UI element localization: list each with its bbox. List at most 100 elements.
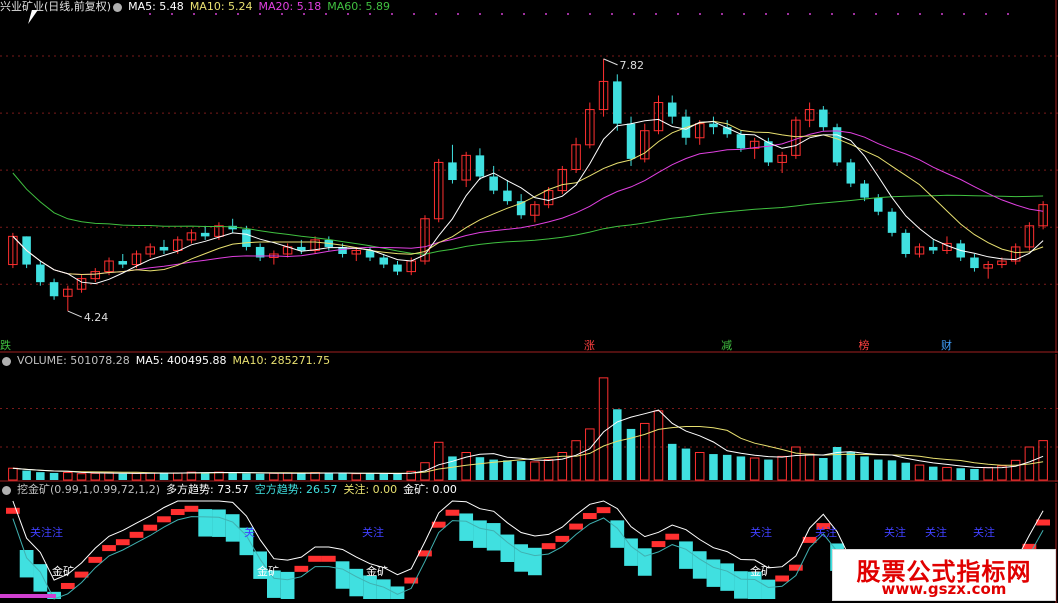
settings-dot-icon[interactable] (2, 485, 11, 495)
volume-bar (722, 454, 732, 480)
volume-bar (172, 472, 183, 481)
volume-bar (983, 466, 993, 481)
settings-dot-icon[interactable] (113, 2, 123, 12)
candle-body (448, 162, 457, 181)
candle-body (200, 232, 210, 237)
bear-trend-block (349, 568, 364, 597)
event-dot (457, 13, 459, 15)
bull-trend-block (445, 509, 460, 516)
bull-trend-block (115, 539, 130, 546)
volume-bar (145, 472, 155, 481)
jinkuang-label: 金矿 (257, 564, 279, 578)
guanzhu-label: 关注注 (30, 525, 63, 539)
price-panel[interactable]: 7.82 4.24 跌 涨 减 榜 财 兴业矿业(日线,前复权) MA5: 5.48 MA10:… (0, 0, 1058, 353)
volume-bar (118, 473, 128, 480)
volume-bar (804, 453, 815, 481)
site-watermark: 股票公式指标网 www.gszx.com (832, 549, 1056, 601)
volume-bar (613, 409, 622, 480)
bull-trend-block (541, 543, 556, 550)
jinkuang-label: 金矿 (52, 564, 74, 578)
bull-trend-block (88, 556, 103, 563)
event-dot (875, 13, 877, 15)
low-label: 4.24 (84, 311, 109, 324)
volume-bar (104, 472, 114, 481)
ma-label-0: MA5: 5.48 (128, 0, 184, 13)
candle-body (819, 109, 828, 128)
candle-body (49, 282, 59, 297)
candle-body (365, 250, 375, 258)
event-dot (743, 13, 745, 15)
candle-body (860, 183, 869, 198)
event-marker: 财 (941, 338, 952, 352)
volume-bar (846, 451, 856, 480)
volume-bar (1010, 459, 1021, 481)
bull-trend-block (651, 541, 666, 548)
volume-chart[interactable] (0, 354, 1058, 482)
volume-bar (269, 472, 279, 481)
bull-trend-block (1036, 519, 1050, 526)
low-pointer (67, 310, 83, 318)
candle-body (475, 155, 485, 177)
bear-trend-block (473, 520, 487, 548)
candle-body (613, 81, 622, 124)
event-dot (479, 13, 481, 15)
bear-trend-block (335, 561, 350, 589)
volume-panel[interactable]: VOLUME: 501078.28 MA5: 400495.88 MA10: 285… (0, 354, 1058, 482)
volume-bar (598, 377, 609, 481)
candle-body (874, 197, 883, 212)
indicator-legend: 挖金矿(0.99,1,0.99,72,1,2) 多方趋势: 73.57 空方趋势: … (17, 483, 463, 496)
settings-dot-icon[interactable] (2, 356, 11, 366)
candle-body (736, 134, 746, 149)
indicator-label-0: 挖金矿(0.99,1,0.99,72,1,2) (17, 483, 161, 496)
bear-trend-block (528, 547, 542, 576)
candle-body (242, 229, 251, 247)
candle-body (709, 123, 718, 128)
volume-bar (49, 472, 59, 480)
event-dot (413, 13, 415, 15)
bear-trend-block (720, 563, 735, 591)
price-chart[interactable]: 7.82 4.24 跌 涨 减 榜 财 (0, 0, 1058, 353)
candle-body (36, 264, 45, 283)
jinkuang-label: 金矿 (750, 564, 772, 578)
guanzhu-label: 关注 (815, 525, 837, 539)
bull-trend-block (60, 582, 75, 589)
bear-trend-block (679, 541, 693, 569)
candle-body (489, 176, 498, 191)
volume-bar (860, 456, 869, 480)
volume-bar (433, 441, 444, 481)
volume-bar (63, 472, 73, 481)
volume-label-2: MA10: 285271.75 (232, 354, 331, 367)
event-dot (721, 13, 723, 15)
event-dot (611, 13, 613, 15)
ma-legend: MA5: 5.48 MA10: 5.24 MA20: 5.18 MA60: 5.89 (128, 0, 396, 13)
bull-trend-block (294, 565, 309, 572)
ma10-line (12, 120, 1044, 276)
bear-trend-block (225, 514, 240, 542)
volume-bar (709, 454, 718, 480)
event-dot (765, 13, 767, 15)
event-dot (545, 13, 547, 15)
ma20-line (12, 130, 1044, 276)
bull-trend-block (184, 505, 199, 512)
event-dot (897, 13, 899, 15)
volume-bar (242, 473, 251, 480)
candle-body (970, 257, 979, 269)
volume-bar (694, 452, 705, 481)
bear-trend-block (198, 509, 213, 537)
bull-trend-block (170, 509, 185, 516)
event-dot (985, 13, 987, 15)
volume-bar (76, 473, 87, 481)
guanzhu-label: 关注 (362, 525, 384, 539)
guanzhu-label: 关注 (925, 525, 947, 539)
volume-bar (914, 464, 925, 481)
volume-bar (475, 457, 485, 480)
event-dot (677, 13, 679, 15)
indicator-label-1: 多方趋势: 73.57 (166, 483, 249, 496)
event-dot (963, 13, 965, 15)
volume-bar (942, 466, 952, 481)
volume-bar (819, 458, 828, 480)
base-bar (0, 594, 56, 598)
bull-trend-block (129, 531, 144, 538)
bear-trend-block (706, 559, 721, 587)
volume-bar (749, 457, 760, 481)
